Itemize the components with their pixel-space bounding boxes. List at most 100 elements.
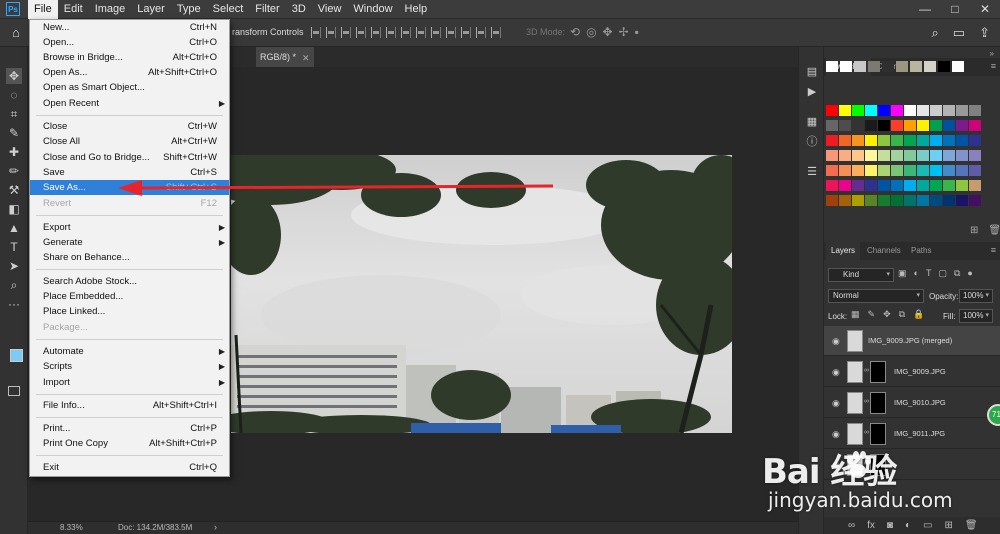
lock-position-icon[interactable]: ✥ <box>883 309 891 320</box>
color-swatch[interactable] <box>904 135 916 146</box>
color-swatch[interactable] <box>956 165 968 176</box>
zoom-level[interactable]: 8.33% <box>60 523 83 532</box>
color-swatch[interactable] <box>852 135 864 146</box>
recent-swatch[interactable] <box>882 61 894 72</box>
filter-type-icon[interactable]: T <box>926 268 932 279</box>
color-swatch[interactable] <box>930 165 942 176</box>
collapse-panels-icon[interactable]: » <box>990 49 994 58</box>
color-swatch[interactable] <box>930 120 942 131</box>
adjustment-layer-icon[interactable]: ◐ <box>905 520 911 531</box>
menu-type[interactable]: Type <box>171 0 207 19</box>
color-swatch[interactable] <box>852 180 864 191</box>
distribute-center-icon[interactable] <box>461 27 471 38</box>
color-swatch[interactable] <box>839 135 851 146</box>
menu-item-generate[interactable]: Generate ▶ <box>30 235 229 250</box>
color-swatch[interactable] <box>917 135 929 146</box>
menu-help[interactable]: Help <box>399 0 434 19</box>
quick-mask-icon[interactable] <box>8 386 20 396</box>
properties-icon[interactable]: ☰ <box>805 165 819 179</box>
color-swatch[interactable] <box>839 120 851 131</box>
recent-swatch[interactable] <box>910 61 922 72</box>
color-swatch[interactable] <box>917 180 929 191</box>
menu-item-place-embedded[interactable]: Place Embedded... <box>30 289 229 304</box>
layer-style-fx-icon[interactable]: fx <box>867 520 875 531</box>
layer-row[interactable]: ◉ ∞ IMG_9009.JPG <box>824 357 1000 387</box>
color-swatch[interactable] <box>852 165 864 176</box>
transform-controls-label[interactable]: ransform Controls <box>232 27 304 37</box>
color-swatch[interactable] <box>891 165 903 176</box>
menu-item-search-adobe-stock[interactable]: Search Adobe Stock... <box>30 274 229 289</box>
distribute-right-icon[interactable] <box>476 27 486 38</box>
menu-item-open-smart-object[interactable]: Open as Smart Object... <box>30 80 229 95</box>
path-selection-icon[interactable]: ➤ <box>6 258 22 274</box>
color-swatch[interactable] <box>917 165 929 176</box>
foreground-color-swatch[interactable] <box>10 349 23 362</box>
filter-pixel-icon[interactable]: ▣ <box>898 268 907 279</box>
color-swatch[interactable] <box>969 165 981 176</box>
color-swatch[interactable] <box>943 165 955 176</box>
delete-swatch-icon[interactable]: 🗑 <box>988 225 1000 236</box>
maximize-button[interactable]: □ <box>940 0 970 19</box>
search-icon[interactable]: ⌕ <box>932 25 939 41</box>
recent-swatch[interactable] <box>896 61 908 72</box>
menu-item-open[interactable]: Open... Ctrl+O <box>30 35 229 50</box>
menu-item-save-as[interactable]: Save As... Shift+Ctrl+S <box>30 180 229 195</box>
crop-tool-icon[interactable]: ⌗ <box>6 106 22 122</box>
libraries-icon[interactable]: ▦ <box>805 115 819 129</box>
delete-layer-icon[interactable]: 🗑 <box>965 520 978 531</box>
blend-mode-select[interactable]: Normal ▾ <box>828 289 924 303</box>
menu-item-file-info[interactable]: File Info... Alt+Shift+Ctrl+I <box>30 398 229 413</box>
new-layer-icon[interactable]: ⊞ <box>944 520 952 531</box>
color-swatch[interactable] <box>943 135 955 146</box>
color-swatch[interactable] <box>878 180 890 191</box>
minimize-button[interactable]: — <box>910 0 940 19</box>
menu-item-share-on-behance[interactable]: Share on Behance... <box>30 250 229 265</box>
color-swatch[interactable] <box>969 120 981 131</box>
menu-layer[interactable]: Layer <box>131 0 171 19</box>
color-swatch[interactable] <box>826 195 838 206</box>
color-swatch[interactable] <box>956 120 968 131</box>
recent-swatch[interactable] <box>938 61 950 72</box>
color-swatch[interactable] <box>904 120 916 131</box>
menu-item-export[interactable]: Export ▶ <box>30 220 229 235</box>
color-swatch[interactable] <box>956 150 968 161</box>
color-swatch[interactable] <box>969 105 981 116</box>
color-swatch[interactable] <box>865 135 877 146</box>
color-swatch[interactable] <box>969 150 981 161</box>
actions-play-icon[interactable]: ▶ <box>805 85 819 99</box>
color-swatch[interactable] <box>904 150 916 161</box>
recent-swatch[interactable] <box>924 61 936 72</box>
color-swatch[interactable] <box>891 150 903 161</box>
color-swatch[interactable] <box>917 195 929 206</box>
align-left-icon[interactable] <box>356 27 366 38</box>
menu-3d[interactable]: 3D <box>286 0 312 19</box>
color-swatch[interactable] <box>956 135 968 146</box>
layer-row[interactable]: ◉ IMG_9009.JPG (merged) <box>824 326 1000 356</box>
menu-item-close-go-to-bridge[interactable]: Close and Go to Bridge... Shift+Ctrl+W <box>30 150 229 165</box>
color-swatch[interactable] <box>917 120 929 131</box>
align-bottom-icon[interactable] <box>341 27 351 38</box>
eyedropper-tool-icon[interactable]: ✎ <box>6 125 22 141</box>
color-swatch[interactable] <box>878 150 890 161</box>
recent-swatch[interactable] <box>826 61 838 72</box>
lasso-tool-icon[interactable]: ◌ <box>6 87 22 103</box>
opacity-input[interactable]: 100% ▾ <box>959 289 993 303</box>
drag-3d-icon[interactable]: ✥ <box>603 25 613 39</box>
tab-paths[interactable]: Paths <box>906 242 936 260</box>
color-swatch[interactable] <box>904 180 916 191</box>
color-swatch[interactable] <box>930 135 942 146</box>
lock-artboard-icon[interactable]: ⧉ <box>899 309 905 320</box>
color-swatch[interactable] <box>956 105 968 116</box>
color-swatch[interactable] <box>839 180 851 191</box>
panel-menu-icon[interactable]: ≡ <box>991 61 996 71</box>
color-swatch[interactable] <box>943 105 955 116</box>
align-middle-icon[interactable] <box>326 27 336 38</box>
healing-brush-icon[interactable]: ✚ <box>6 144 22 160</box>
menu-item-open-recent[interactable]: Open Recent ▶ <box>30 96 229 111</box>
color-swatch[interactable] <box>943 180 955 191</box>
color-swatch[interactable] <box>878 120 890 131</box>
color-swatch[interactable] <box>904 165 916 176</box>
color-swatch[interactable] <box>826 165 838 176</box>
color-swatch[interactable] <box>930 195 942 206</box>
color-swatch[interactable] <box>852 150 864 161</box>
